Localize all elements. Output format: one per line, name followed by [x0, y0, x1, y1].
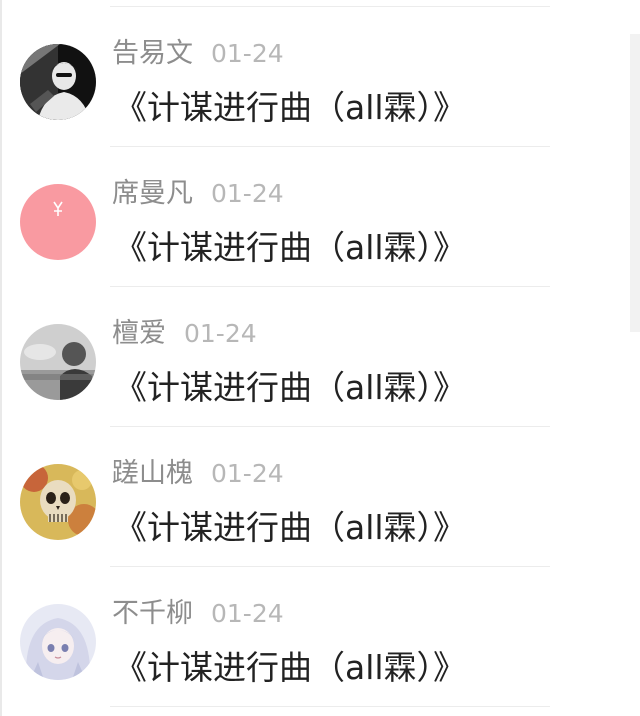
- username[interactable]: 檀爱: [112, 318, 166, 349]
- username[interactable]: 蹉山槐: [112, 458, 193, 489]
- comment-meta: 席曼凡 01-24: [112, 174, 284, 214]
- comment-meta: 蹉山槐 01-24: [112, 454, 284, 494]
- date: 01-24: [211, 179, 284, 208]
- date: 01-24: [184, 319, 257, 348]
- comment-meta: 告易文 01-24: [112, 34, 284, 74]
- comment-title[interactable]: 《计谋进行曲（all霖）》: [114, 84, 466, 132]
- date: 01-24: [211, 39, 284, 68]
- list-item[interactable]: 席曼凡 01-24 《计谋进行曲（all霖）》: [0, 146, 620, 286]
- username[interactable]: 不千柳: [112, 598, 193, 629]
- comment-title[interactable]: 《计谋进行曲（all霖）》: [114, 364, 466, 412]
- username[interactable]: 席曼凡: [112, 178, 193, 209]
- avatar-pink-icon[interactable]: [20, 184, 96, 260]
- username[interactable]: 告易文: [112, 38, 193, 69]
- date: 01-24: [211, 599, 284, 628]
- list-item[interactable]: 檀爱 01-24 《计谋进行曲（all霖）》: [0, 286, 620, 426]
- comment-meta: 檀爱 01-24: [112, 314, 257, 354]
- list-item[interactable]: 蹉山槐 01-24 《计谋进行曲（all霖）》: [0, 426, 620, 566]
- comment-title[interactable]: 《计谋进行曲（all霖）》: [114, 224, 466, 272]
- avatar-anime-girl-icon[interactable]: [20, 604, 96, 680]
- comment-title[interactable]: 《计谋进行曲（all霖）》: [114, 504, 466, 552]
- date: 01-24: [211, 459, 284, 488]
- comment-list: 告易文 01-24 《计谋进行曲（all霖）》 席曼凡 01-24 《计谋进行曲（a…: [0, 0, 640, 716]
- comment-title[interactable]: 《计谋进行曲（all霖）》: [114, 644, 466, 692]
- divider: [110, 706, 550, 707]
- comment-meta: 不千柳 01-24: [112, 594, 284, 634]
- avatar-skull-icon[interactable]: [20, 464, 96, 540]
- avatar-photo-person-icon[interactable]: [20, 44, 96, 120]
- list-item[interactable]: 不千柳 01-24 《计谋进行曲（all霖）》: [0, 566, 620, 706]
- list-item[interactable]: 告易文 01-24 《计谋进行曲（all霖）》: [0, 6, 620, 146]
- avatar-gray-person-icon[interactable]: [20, 324, 96, 400]
